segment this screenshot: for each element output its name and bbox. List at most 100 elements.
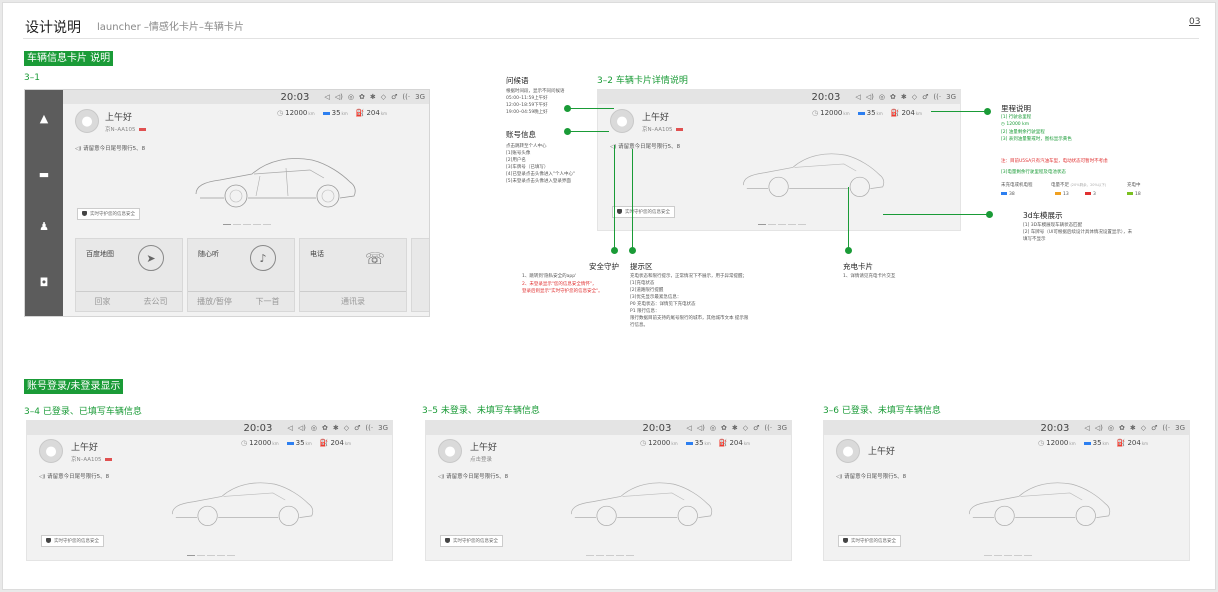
go-office-button[interactable]: 去公司 xyxy=(129,292,182,311)
car-3d-model[interactable] xyxy=(167,473,317,527)
go-home-button[interactable]: 回家 xyxy=(76,292,129,311)
app-icon[interactable]: ◘ xyxy=(37,276,51,289)
volume-icon[interactable]: ◁) xyxy=(298,424,306,432)
steering-icon[interactable]: ◎ xyxy=(710,424,716,432)
fan-icon[interactable]: ✿ xyxy=(322,424,328,432)
avatar[interactable]: ● xyxy=(39,439,63,463)
fan-icon[interactable]: ✿ xyxy=(890,93,896,101)
signal-icon: ((· xyxy=(764,424,773,432)
volume-icon[interactable]: ◁) xyxy=(335,93,343,101)
4g-icon: 3G xyxy=(946,93,956,101)
wifi-icon[interactable]: ◇ xyxy=(381,93,386,101)
account-annotation-body: 点击跳转至个人中心 [1]账号头像 [2]用户名 [3]车牌号（已填写） [4]… xyxy=(506,144,576,184)
car-icon[interactable]: ▬ xyxy=(37,168,51,181)
safety-annotation-body-2: 2、未登录显示"您的信息安全情怀"， 登录后则显示"实时守护您的信息安全"。 xyxy=(522,282,603,294)
clock: 20:03 xyxy=(280,91,310,103)
app-card-partial[interactable] xyxy=(411,238,429,312)
avatar[interactable]: ● xyxy=(610,109,634,133)
settings-icon[interactable]: ♂ xyxy=(753,424,759,432)
ev-value-normal: 38 xyxy=(1001,191,1015,198)
bluetooth-icon[interactable]: ✱ xyxy=(370,93,376,101)
battery-icon xyxy=(857,111,865,115)
wifi-icon[interactable]: ◇ xyxy=(1141,424,1146,432)
nav-icon[interactable]: ◁ xyxy=(1084,424,1089,432)
settings-icon[interactable]: ♂ xyxy=(1151,424,1157,432)
shield-icon xyxy=(843,538,848,543)
fan-icon[interactable]: ✿ xyxy=(721,424,727,432)
volume-icon[interactable]: ◁) xyxy=(1095,424,1103,432)
clock: 20:03 xyxy=(642,422,672,434)
wifi-icon[interactable]: ◇ xyxy=(344,424,349,432)
fan-icon[interactable]: ✿ xyxy=(359,93,365,101)
page-indicator xyxy=(984,555,1032,556)
steering-icon[interactable]: ◎ xyxy=(879,93,885,101)
wifi-icon[interactable]: ◇ xyxy=(743,424,748,432)
vehicle-stats: ◷ 12000 km 35 km ⛽ 204 km xyxy=(277,109,395,117)
security-badge[interactable]: 实时守护您的信息安全 xyxy=(440,535,503,547)
steering-icon[interactable]: ◎ xyxy=(348,93,354,101)
security-badge[interactable]: 实时守护您的信息安全 xyxy=(838,535,901,547)
app-card-baidu-map[interactable]: 百度地图 ➤ 回家 去公司 xyxy=(75,238,183,312)
settings-icon[interactable]: ♂ xyxy=(354,424,360,432)
mileage-annotation-items: [2] 油量剩余行驶里程 [3] 表到油量警戒时，图标显示黄色 xyxy=(1001,130,1072,142)
security-badge[interactable]: 实时守护您的信息安全 xyxy=(41,535,104,547)
bluetooth-icon[interactable]: ✱ xyxy=(901,93,907,101)
app-card-music[interactable]: 随心听 ♪ 播放/暂停 下一首 xyxy=(187,238,295,312)
status-bar: 20:03 ◁ ◁) ◎ ✿ ✱ ◇ ♂ ((· 3G xyxy=(824,421,1189,435)
home-icon[interactable]: ▲ xyxy=(37,112,51,125)
car-3d-model[interactable] xyxy=(964,473,1114,527)
settings-icon[interactable]: ♂ xyxy=(922,93,928,101)
plate-number: 京N–AA105 xyxy=(105,125,146,133)
nav-icon[interactable]: ◁ xyxy=(287,424,292,432)
label-3-2: 3–2 车辆卡片详情说明 xyxy=(597,76,688,86)
plate-badge xyxy=(138,128,146,131)
vehicle-stats: ◷ 12000 km 35 km ⛽ 204 km xyxy=(241,439,359,447)
ev-value-critical: 3 xyxy=(1085,191,1096,198)
ev-label-charging: 充电中 xyxy=(1127,183,1141,188)
nav-icon[interactable]: ◁ xyxy=(324,93,329,101)
bluetooth-icon[interactable]: ✱ xyxy=(1130,424,1136,432)
security-label: 实时守护您的信息安全 xyxy=(453,539,498,544)
battery-icon xyxy=(1083,441,1091,445)
car-3d-model[interactable] xyxy=(738,144,888,198)
model-annotation-body: [1] 3D车模展现车辆状态匹配 [2] 车牌号（UI可根据后续设计具体情况设置… xyxy=(1023,223,1133,242)
fuel-icon: ⛽ xyxy=(1116,439,1126,447)
volume-icon[interactable]: ◁) xyxy=(866,93,874,101)
shield-icon xyxy=(445,538,450,543)
clock: 20:03 xyxy=(243,422,273,434)
avatar[interactable]: ● xyxy=(75,109,99,133)
bluetooth-icon[interactable]: ✱ xyxy=(333,424,339,432)
fuel-icon: ⛽ xyxy=(319,439,329,447)
car-3d-model[interactable] xyxy=(190,148,360,208)
play-pause-button[interactable]: 播放/暂停 xyxy=(188,292,241,311)
nav-icon[interactable]: ◁ xyxy=(686,424,691,432)
bluetooth-icon[interactable]: ✱ xyxy=(732,424,738,432)
app-card-phone[interactable]: 电话 ☏ 通讯录 xyxy=(299,238,407,312)
steering-icon[interactable]: ◎ xyxy=(311,424,317,432)
signal-icon: ((· xyxy=(933,93,942,101)
volume-icon[interactable]: ◁) xyxy=(697,424,705,432)
section-tag-vehicle-info: 车辆信息卡片 说明 xyxy=(24,51,114,66)
contacts-button[interactable]: 通讯录 xyxy=(300,292,406,311)
car-3d-model[interactable] xyxy=(566,473,716,527)
settings-icon[interactable]: ♂ xyxy=(391,93,397,101)
user-icon[interactable]: ♟ xyxy=(37,220,51,233)
security-badge[interactable]: 实时守护您的信息安全 xyxy=(612,206,675,218)
odometer-icon: ◷ xyxy=(812,109,819,117)
login-hint[interactable]: 点击登录 xyxy=(470,455,492,463)
security-badge[interactable]: 实时守护您的信息安全 xyxy=(77,208,140,220)
fan-icon[interactable]: ✿ xyxy=(1119,424,1125,432)
connector-model xyxy=(883,214,989,215)
ev-value-critical-text: 3 xyxy=(1093,192,1096,197)
nav-icon[interactable]: ◁ xyxy=(855,93,860,101)
battery-value: 35 xyxy=(694,439,704,447)
steering-icon[interactable]: ◎ xyxy=(1108,424,1114,432)
wifi-icon[interactable]: ◇ xyxy=(912,93,917,101)
avatar[interactable]: ● xyxy=(836,439,860,463)
avatar[interactable]: ● xyxy=(438,439,462,463)
battery-unit: km xyxy=(876,110,883,116)
range-value: 204 xyxy=(1127,439,1141,447)
connector-greeting xyxy=(568,108,614,109)
next-track-button[interactable]: 下一首 xyxy=(241,292,294,311)
page-indicator xyxy=(586,555,634,556)
